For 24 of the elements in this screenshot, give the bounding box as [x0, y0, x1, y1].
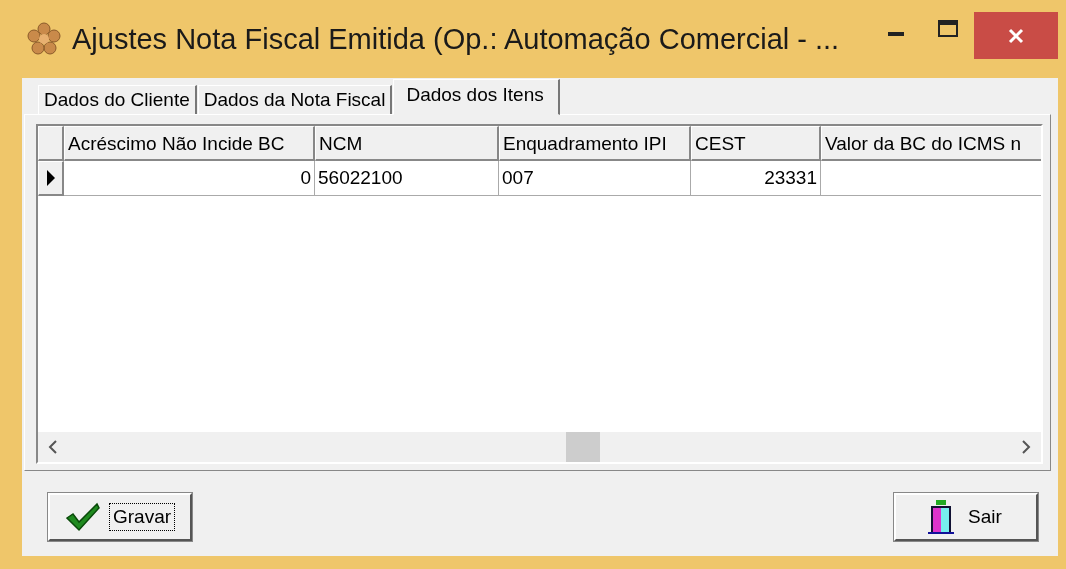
table-cell: 23331 — [691, 161, 821, 196]
scrollbar-thumb[interactable] — [566, 432, 600, 462]
table-cell: 0 — [64, 161, 315, 196]
row-indicator[interactable] — [38, 161, 64, 196]
minimize-icon — [888, 32, 904, 36]
column-header[interactable]: CEST — [691, 126, 821, 161]
current-row-icon — [45, 169, 56, 187]
tab[interactable]: Dados dos Itens — [393, 79, 560, 115]
table-cell: 007 — [499, 161, 691, 196]
door-exit-icon — [926, 499, 957, 535]
horizontal-scrollbar[interactable] — [38, 432, 1041, 462]
column-header[interactable]: NCM — [315, 126, 499, 161]
save-button[interactable]: Gravar — [48, 493, 192, 541]
column-header[interactable]: Valor da BC do ICMS n — [821, 126, 1041, 161]
table-cell: 56022100 — [315, 161, 499, 196]
window-title: Ajustes Nota Fiscal Emitida (Op.: Automação Comercial - ... — [72, 22, 841, 56]
exit-button[interactable]: Sair — [894, 493, 1038, 541]
check-icon — [64, 502, 101, 532]
column-header[interactable]: Enquadramento IPI — [499, 126, 691, 161]
tab[interactable]: Dados do Cliente — [38, 85, 197, 114]
maximize-icon — [937, 19, 959, 39]
flower-icon — [26, 21, 62, 57]
tab[interactable]: Dados da Nota Fiscal — [197, 85, 393, 114]
column-header[interactable]: Acréscimo Não Incide BC — [64, 126, 315, 161]
